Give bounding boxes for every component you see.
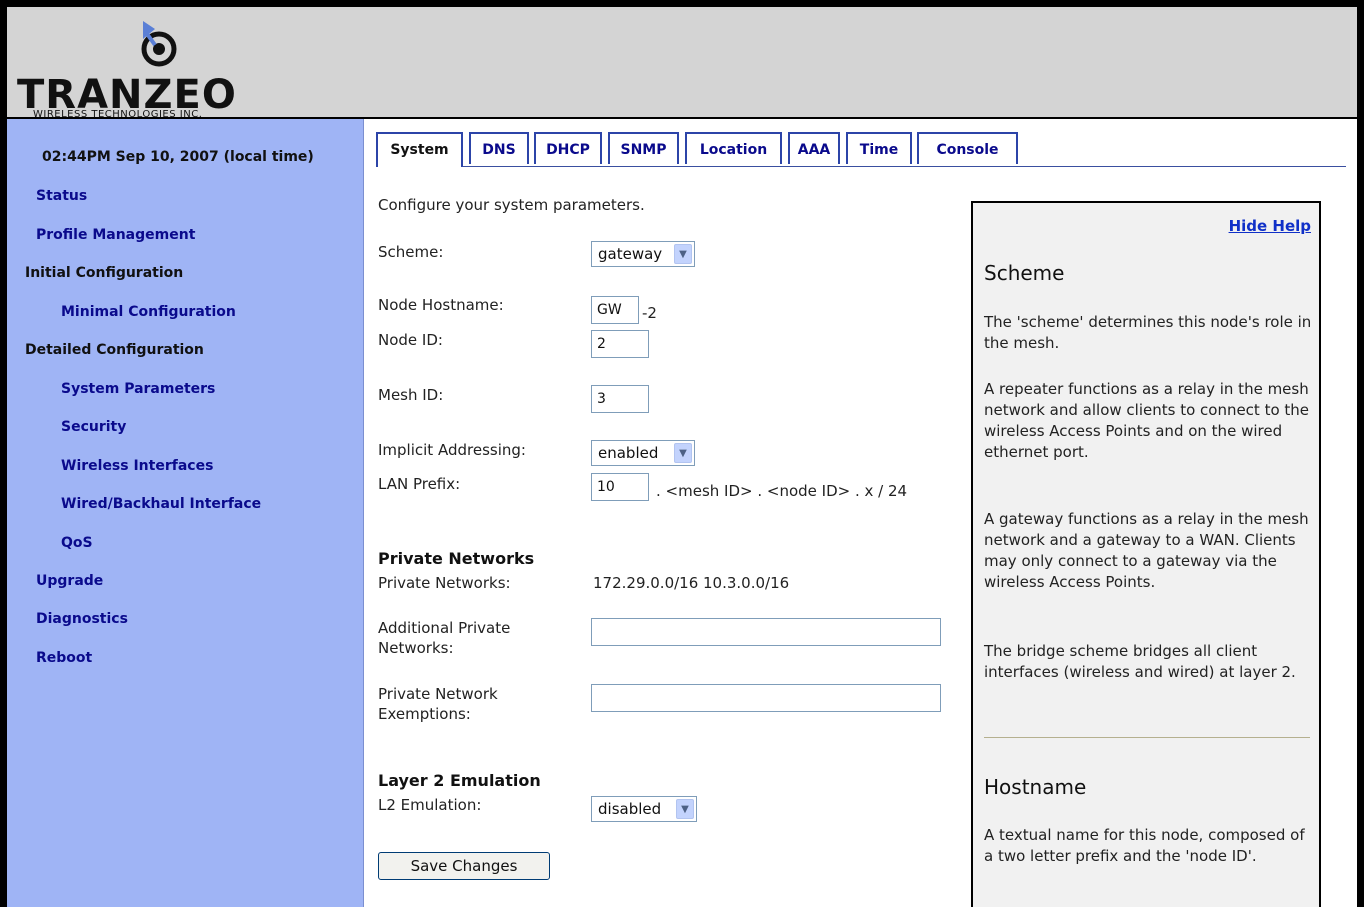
tab-system[interactable]: System bbox=[376, 132, 463, 167]
help-hostname-title: Hostname bbox=[984, 775, 1087, 799]
help-scheme-title: Scheme bbox=[984, 261, 1065, 285]
sidebar-item-minimal-configuration[interactable]: Minimal Configuration bbox=[61, 304, 236, 320]
scheme-label: Scheme: bbox=[378, 243, 444, 261]
node-hostname-suffix: -2 bbox=[642, 304, 657, 322]
mesh-id-label: Mesh ID: bbox=[378, 386, 444, 404]
tab-snmp[interactable]: SNMP bbox=[608, 132, 679, 164]
private-network-exemptions-label-line2: Exemptions: bbox=[378, 705, 471, 723]
node-hostname-input[interactable] bbox=[591, 296, 639, 324]
help-scheme-p3: A gateway functions as a relay in the me… bbox=[984, 510, 1309, 591]
implicit-addressing-select[interactable]: enabled ▼ bbox=[591, 440, 695, 466]
layer2-emulation-heading: Layer 2 Emulation bbox=[378, 771, 541, 790]
node-id-label: Node ID: bbox=[378, 331, 443, 349]
tab-console[interactable]: Console bbox=[917, 132, 1018, 164]
tab-dhcp[interactable]: DHCP bbox=[534, 132, 602, 164]
chevron-down-icon: ▼ bbox=[674, 443, 692, 463]
additional-private-networks-label-line2: Networks: bbox=[378, 639, 454, 657]
sidebar-item-status[interactable]: Status bbox=[36, 188, 87, 204]
sidebar-item-profile-management[interactable]: Profile Management bbox=[36, 227, 195, 243]
node-hostname-label: Node Hostname: bbox=[378, 296, 504, 314]
chevron-down-icon: ▼ bbox=[674, 244, 692, 264]
implicit-addressing-value: enabled bbox=[598, 444, 659, 462]
sidebar-item-security[interactable]: Security bbox=[61, 419, 126, 435]
l2-emulation-select[interactable]: disabled ▼ bbox=[591, 796, 697, 822]
additional-private-networks-input[interactable] bbox=[591, 618, 941, 646]
main-content: System DNS DHCP SNMP Location AAA Time C… bbox=[364, 119, 1354, 907]
mesh-id-input[interactable] bbox=[591, 385, 649, 413]
local-time-clock: 02:44PM Sep 10, 2007 (local time) bbox=[42, 149, 314, 165]
tab-time[interactable]: Time bbox=[846, 132, 912, 164]
help-scheme-p4: The bridge scheme bridges all client int… bbox=[984, 642, 1296, 681]
sidebar-heading-initial-configuration: Initial Configuration bbox=[25, 265, 184, 281]
tab-bar: System DNS DHCP SNMP Location AAA Time C… bbox=[376, 132, 1346, 167]
sidebar-item-wired-backhaul-interface[interactable]: Wired/Backhaul Interface bbox=[61, 496, 261, 512]
implicit-addressing-label: Implicit Addressing: bbox=[378, 441, 526, 459]
private-network-exemptions-label: Private Network Exemptions: bbox=[378, 684, 498, 724]
additional-private-networks-label: Additional Private Networks: bbox=[378, 618, 510, 658]
help-scheme-p1: The 'scheme' determines this node's role… bbox=[984, 313, 1312, 352]
sidebar-item-upgrade[interactable]: Upgrade bbox=[36, 573, 103, 589]
scheme-select[interactable]: gateway ▼ bbox=[591, 241, 695, 267]
logo-antenna-icon bbox=[141, 21, 177, 67]
private-network-exemptions-input[interactable] bbox=[591, 684, 941, 712]
lan-prefix-label: LAN Prefix: bbox=[378, 475, 461, 493]
brand-logo: TRANZEO WIRELESS TECHNOLOGIES INC. bbox=[17, 17, 317, 120]
l2-emulation-label: L2 Emulation: bbox=[378, 796, 482, 814]
sidebar-item-diagnostics[interactable]: Diagnostics bbox=[36, 611, 128, 627]
node-id-input[interactable] bbox=[591, 330, 649, 358]
form-intro: Configure your system parameters. bbox=[378, 196, 645, 214]
help-divider bbox=[984, 737, 1310, 738]
additional-private-networks-label-line1: Additional Private bbox=[378, 619, 511, 637]
tab-location[interactable]: Location bbox=[685, 132, 782, 164]
help-scheme-p2: A repeater functions as a relay in the m… bbox=[984, 380, 1310, 461]
save-changes-button[interactable]: Save Changes bbox=[378, 852, 550, 880]
sidebar-item-wireless-interfaces[interactable]: Wireless Interfaces bbox=[61, 458, 213, 474]
chevron-down-icon: ▼ bbox=[676, 799, 694, 819]
scheme-select-value: gateway bbox=[598, 245, 663, 263]
sidebar-item-reboot[interactable]: Reboot bbox=[36, 650, 92, 666]
help-panel: Hide Help Scheme The 'scheme' determines… bbox=[971, 201, 1321, 907]
help-hostname-p1: A textual name for this node, composed o… bbox=[984, 826, 1305, 865]
sidebar-item-qos[interactable]: QoS bbox=[61, 535, 93, 551]
lan-prefix-suffix: . <mesh ID> . <node ID> . x / 24 bbox=[656, 482, 908, 500]
private-network-exemptions-label-line1: Private Network bbox=[378, 685, 498, 703]
tab-dns[interactable]: DNS bbox=[469, 132, 529, 164]
l2-emulation-value: disabled bbox=[598, 800, 662, 818]
sidebar-heading-detailed-configuration: Detailed Configuration bbox=[25, 342, 204, 358]
private-networks-value: 172.29.0.0/16 10.3.0.0/16 bbox=[593, 574, 790, 592]
private-networks-heading: Private Networks bbox=[378, 549, 535, 568]
tab-aaa[interactable]: AAA bbox=[788, 132, 840, 164]
private-networks-label: Private Networks: bbox=[378, 574, 511, 592]
sidebar: 02:44PM Sep 10, 2007 (local time) Status… bbox=[7, 119, 364, 907]
sidebar-item-system-parameters[interactable]: System Parameters bbox=[61, 381, 215, 397]
hide-help-link[interactable]: Hide Help bbox=[1229, 217, 1311, 235]
header-banner: TRANZEO WIRELESS TECHNOLOGIES INC. bbox=[7, 7, 1357, 120]
lan-prefix-input[interactable] bbox=[591, 473, 649, 501]
